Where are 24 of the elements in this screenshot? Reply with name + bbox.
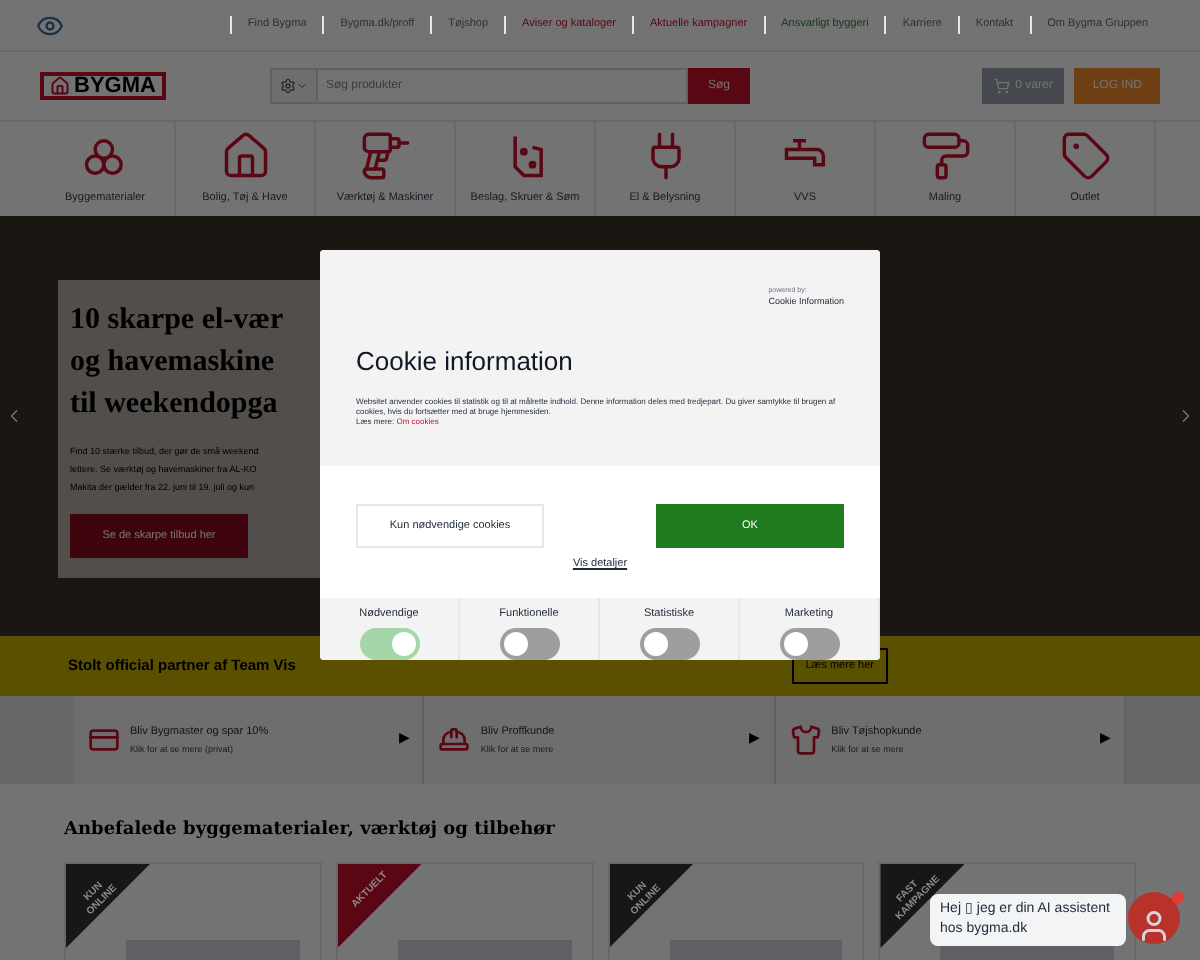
settings-icon (279, 78, 296, 94)
person-icon (1136, 908, 1172, 944)
cart-icon (993, 78, 1010, 94)
bygma-logo[interactable]: BYGMA (40, 72, 166, 100)
drill-icon (359, 130, 411, 183)
house-icon (50, 76, 70, 96)
tag-icon (1059, 130, 1111, 183)
hero-title-line: til weekendopga (70, 386, 280, 424)
house-icon (219, 130, 271, 183)
hero-title-line: 10 skarpe el-vær (70, 302, 286, 340)
assistant-avatar[interactable] (1128, 892, 1180, 944)
cookie-toggle[interactable] (779, 628, 839, 660)
hero-title-line: og havemaskine (70, 344, 277, 382)
shirt-icon (789, 724, 822, 756)
paint-roller-icon (919, 130, 971, 183)
cookie-toggle[interactable] (499, 628, 559, 660)
card-icon (88, 724, 120, 756)
dialog-title: Cookie information (356, 344, 575, 380)
search-settings-dropdown[interactable] (269, 68, 318, 104)
products-heading: Anbefalede byggematerialer, værktøj og tilbehør (64, 820, 555, 840)
eye-icon[interactable] (36, 11, 64, 39)
caret-icon (295, 80, 308, 92)
cookie-toggle[interactable] (639, 628, 699, 660)
helmet-icon (438, 724, 471, 756)
